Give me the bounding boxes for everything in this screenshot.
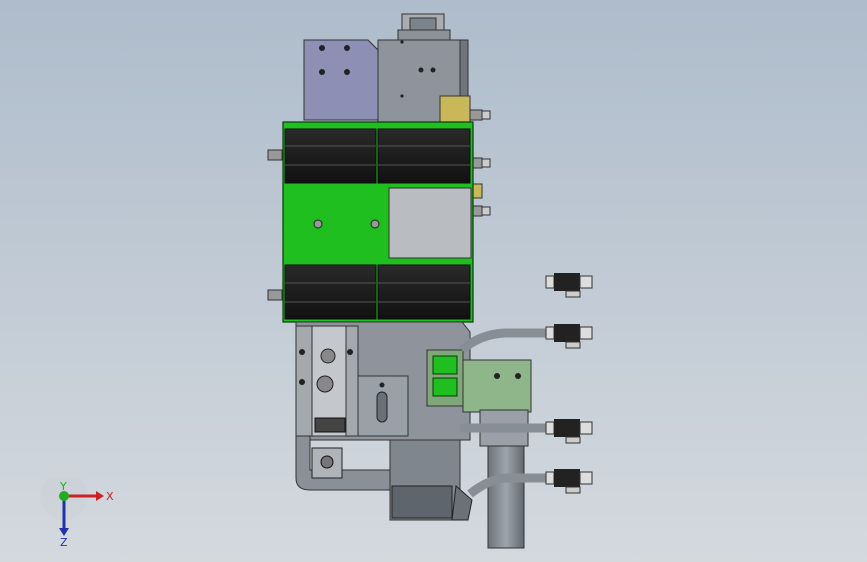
x-axis-arrowhead bbox=[96, 491, 104, 501]
top-motor-cap bbox=[397, 13, 451, 41]
connector-1[interactable] bbox=[545, 273, 593, 298]
bottom-motor bbox=[389, 439, 473, 521]
z-axis-label: Z bbox=[60, 536, 68, 548]
coordinate-triad: X Y Z bbox=[40, 478, 114, 548]
y-axis-label: Y bbox=[59, 480, 67, 493]
connector-4[interactable] bbox=[545, 469, 593, 494]
mounting-plate bbox=[303, 39, 379, 121]
connector-2[interactable] bbox=[545, 324, 593, 349]
x-axis-label: X bbox=[106, 490, 114, 503]
green-chassis[interactable] bbox=[282, 121, 474, 323]
cad-assembly-model[interactable] bbox=[0, 0, 867, 562]
cad-graphics-viewport[interactable]: X Y Z bbox=[0, 0, 867, 562]
side-bracket[interactable] bbox=[426, 349, 532, 413]
upper-housing bbox=[377, 39, 471, 127]
z-axis-arrowhead bbox=[59, 528, 69, 536]
connector-3[interactable] bbox=[545, 419, 593, 444]
